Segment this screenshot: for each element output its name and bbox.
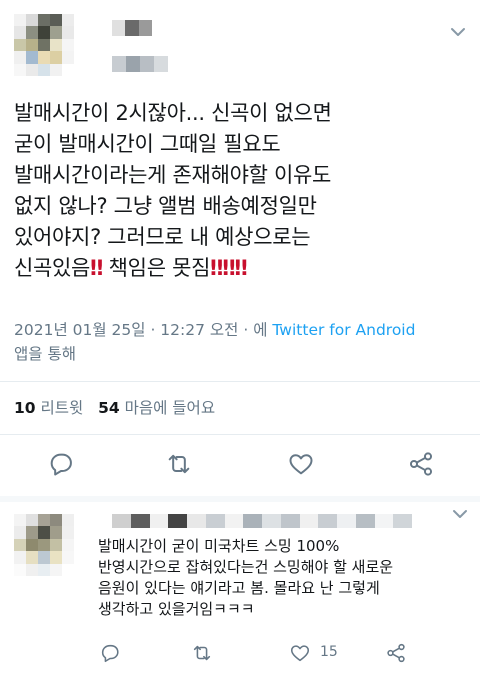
retweets-stat[interactable]: 10 리트윗 <box>14 399 83 417</box>
divider <box>0 434 480 435</box>
tweet-meta: 2021년 01월 25일 · 12:27 오전 · 에 Twitter for… <box>14 318 466 366</box>
tweet-actions <box>0 450 480 480</box>
timestamp[interactable]: 2021년 01월 25일 · 12:27 오전 · 에 <box>14 321 267 339</box>
likes-count: 54 <box>98 399 120 417</box>
heart-icon[interactable] <box>286 450 316 478</box>
divider <box>0 496 480 502</box>
avatar[interactable] <box>14 14 74 76</box>
tweet-stats: 10 리트윗 54 마음에 들어요 <box>14 396 215 418</box>
share-icon[interactable] <box>384 642 408 664</box>
likes-label: 마음에 들어요 <box>124 399 216 417</box>
share-icon[interactable] <box>406 450 436 478</box>
tweet-fragment: 신곡있음 <box>14 256 91 280</box>
via-suffix: 앱을 통해 <box>14 345 76 363</box>
double-exclamation-icon: ‼ <box>210 256 223 280</box>
likes-stat[interactable]: 54 마음에 들어요 <box>98 399 215 417</box>
tweet-line: 굳이 발매시간이 그때일 필요도 <box>14 132 281 156</box>
source-app-link[interactable]: Twitter for Android <box>272 321 415 339</box>
retweet-icon[interactable] <box>190 642 214 664</box>
double-exclamation-icon: ‼ <box>234 256 247 280</box>
reply-avatar[interactable] <box>14 514 74 576</box>
reply-icon[interactable] <box>46 450 76 478</box>
reply-chevron-down-icon[interactable] <box>450 506 470 522</box>
tweet-line: 있어야지? 그러므로 내 예상으로는 <box>14 225 311 249</box>
tweet-text: 발매시간이 2시잖아... 신곡이 없으면 굳이 발매시간이 그때일 필요도 발… <box>14 98 466 284</box>
tweet-line: 없지 않나? 그냥 앨범 배송예정일만 <box>14 194 317 218</box>
divider <box>0 381 480 382</box>
double-exclamation-icon: ‼ <box>222 256 235 280</box>
reply-like-count: 15 <box>320 644 338 660</box>
reply-icon[interactable] <box>98 642 122 664</box>
retweets-count: 10 <box>14 399 36 417</box>
retweet-icon[interactable] <box>164 450 194 478</box>
display-name-blurred[interactable] <box>112 20 152 36</box>
retweets-label: 리트윗 <box>40 399 84 417</box>
heart-icon[interactable] <box>288 642 312 664</box>
double-exclamation-icon: ‼ <box>90 256 103 280</box>
reply-text: 발매시간이 굳이 미국차트 스밍 100% 반영시간으로 잡혀있다는건 스밍해야… <box>98 537 394 618</box>
tweet-line-last: 신곡있음‼ 책임은 못짐‼‼‼ <box>14 256 248 280</box>
reply-header-blurred <box>112 514 412 528</box>
tweet-line: 발매시간이 2시잖아... 신곡이 없으면 <box>14 101 332 125</box>
chevron-down-icon[interactable] <box>448 24 468 40</box>
reply-actions: 15 <box>0 642 480 666</box>
tweet-fragment: 책임은 못짐 <box>108 256 211 280</box>
username-blurred <box>112 56 168 72</box>
tweet-line: 발매시간이라는게 존재해야할 이유도 <box>14 163 332 187</box>
